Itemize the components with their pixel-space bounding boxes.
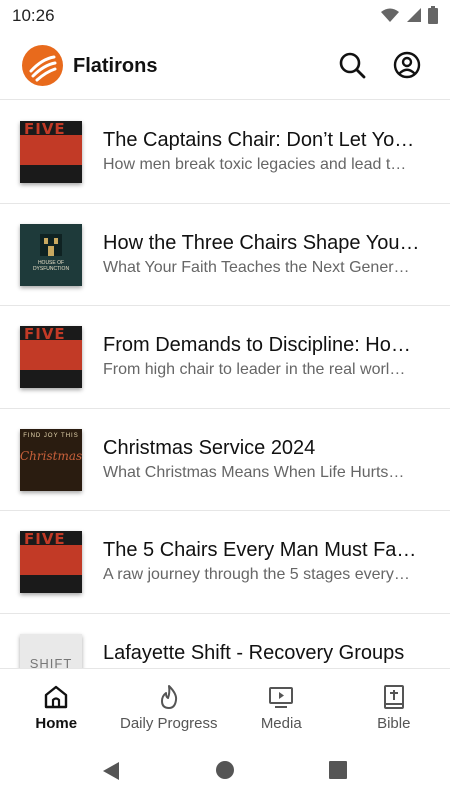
- five-chairs-thumbnail: FIVE: [20, 531, 82, 593]
- thumb-text: FIVE: [24, 121, 66, 138]
- battery-icon: [428, 6, 438, 24]
- system-nav-bar: [0, 748, 450, 800]
- bottom-nav: Home Daily Progress Media Bible: [0, 668, 450, 748]
- list-item[interactable]: FIVE The Captains Chair: Don’t Let Yo… H…: [0, 101, 450, 204]
- item-title: The Captains Chair: Don’t Let Yo…: [103, 129, 415, 151]
- item-title: How the Three Chairs Shape You…: [103, 231, 420, 254]
- back-icon[interactable]: [100, 760, 122, 782]
- house-of-dysfunction-thumbnail: HOUSE OF DYSFUNCTION: [20, 223, 82, 286]
- item-subtitle: What Your Faith Teaches the Next Gener…: [103, 258, 410, 276]
- nav-item-bible[interactable]: Bible: [338, 669, 450, 749]
- nav-label: Daily Progress: [119, 715, 218, 732]
- account-icon: [393, 51, 421, 79]
- nav-label: Home: [35, 715, 78, 732]
- app-bar: Flatirons: [0, 32, 450, 100]
- thumb-text: Christmas: [20, 448, 82, 463]
- item-title: Christmas Service 2024: [103, 436, 316, 459]
- status-bar: 10:26: [0, 0, 450, 32]
- item-title: The 5 Chairs Every Man Must Fa…: [103, 539, 417, 561]
- app-title: Flatirons: [73, 55, 158, 77]
- nav-label: Bible: [377, 715, 411, 732]
- status-time: 10:26: [12, 6, 55, 25]
- list-item[interactable]: FIVE The 5 Chairs Every Man Must Fa… A r…: [0, 511, 450, 614]
- thumb-text: FIND JOY THIS: [23, 432, 79, 439]
- search-button[interactable]: [336, 49, 368, 81]
- thumb-text: HOUSE OF DYSFUNCTION: [32, 259, 70, 272]
- item-subtitle: What Christmas Means When Life Hurts…: [103, 463, 405, 481]
- thumb-text: FIVE: [24, 326, 66, 343]
- thumb-text: FIVE: [24, 531, 66, 548]
- home-button-icon[interactable]: [215, 760, 235, 780]
- media-list: FIVE The Captains Chair: Don’t Let Yo… H…: [0, 101, 450, 668]
- five-chairs-thumbnail: FIVE: [20, 326, 82, 388]
- flame-icon: [160, 685, 177, 709]
- item-title: Lafayette Shift - Recovery Groups: [103, 641, 405, 664]
- nav-item-daily-progress[interactable]: Daily Progress: [113, 669, 226, 749]
- christmas-thumbnail: FIND JOY THIS Christmas: [20, 428, 82, 491]
- flatirons-logo-icon: [22, 45, 63, 86]
- item-subtitle: How men break toxic legacies and lead t…: [103, 156, 407, 173]
- home-icon: [45, 685, 68, 709]
- thumb-text: SHIFT: [29, 655, 73, 669]
- bible-icon: [383, 685, 404, 709]
- five-chairs-thumbnail: FIVE: [20, 121, 82, 183]
- nav-item-home[interactable]: Home: [0, 669, 113, 749]
- signal-icon: [407, 8, 421, 22]
- list-item[interactable]: FIND JOY THIS Christmas Christmas Servic…: [0, 409, 450, 511]
- search-icon: [339, 52, 366, 79]
- account-button[interactable]: [391, 49, 423, 81]
- item-subtitle: From high chair to leader in the real wo…: [103, 361, 406, 378]
- item-title: From Demands to Discipline: Ho…: [103, 334, 411, 356]
- wifi-icon: [381, 8, 399, 22]
- list-item[interactable]: SHIFT Lafayette Shift - Recovery Groups: [0, 614, 450, 669]
- recents-icon[interactable]: [328, 760, 348, 780]
- list-item[interactable]: FIVE From Demands to Discipline: Ho… Fro…: [0, 306, 450, 409]
- nav-item-media[interactable]: Media: [225, 669, 338, 749]
- media-icon: [269, 687, 294, 708]
- list-item[interactable]: HOUSE OF DYSFUNCTION How the Three Chair…: [0, 204, 450, 306]
- item-subtitle: A raw journey through the 5 stages every…: [103, 566, 410, 583]
- shift-thumbnail: SHIFT: [20, 633, 82, 669]
- nav-label: Media: [260, 715, 302, 732]
- status-icons: [380, 6, 438, 24]
